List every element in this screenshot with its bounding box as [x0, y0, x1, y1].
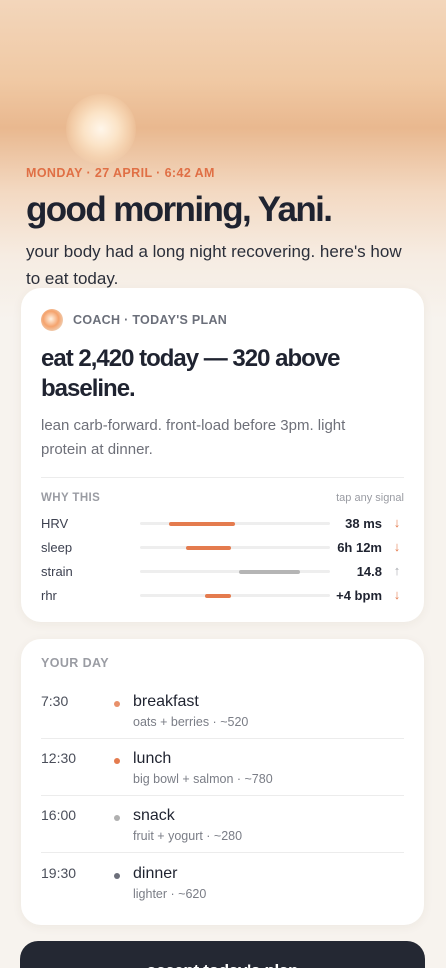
- intro-text: your body had a long night recovering. h…: [26, 242, 402, 288]
- tap-signal-hint: tap any signal: [336, 492, 404, 504]
- why-this-header: WHY THIS tap any signal: [41, 492, 404, 504]
- meal-item-breakfast[interactable]: 7:30 breakfast oats + berries · ~520: [41, 693, 404, 750]
- signal-bar: [185, 545, 232, 550]
- meal-time: 7:30: [41, 693, 69, 709]
- plan-card[interactable]: COACH · TODAY'S PLAN eat 2,420 today — 3…: [21, 288, 424, 622]
- meal-dot-icon: [114, 701, 120, 707]
- arrow-up-icon: ↑: [393, 563, 401, 578]
- signal-row-rhr[interactable]: rhr +4 bpm ↓: [41, 586, 404, 606]
- divider: [41, 795, 404, 796]
- divider: [41, 738, 404, 739]
- sun-graphic: [66, 94, 136, 164]
- greeting-title: good morning, Yani.: [26, 190, 333, 229]
- signal-value: 38 ms: [345, 516, 382, 531]
- arrow-down-icon: ↓: [393, 587, 401, 602]
- meal-detail: big bowl + salmon · ~780: [133, 772, 273, 786]
- meal-item-dinner[interactable]: 19:30 dinner lighter · ~620: [41, 865, 404, 922]
- your-day-title: YOUR DAY: [41, 656, 110, 670]
- signal-bar: [168, 521, 235, 526]
- signal-value: 14.8: [356, 564, 382, 579]
- meal-time: 16:00: [41, 807, 77, 823]
- meal-time: 12:30: [41, 750, 77, 766]
- meal-name: lunch: [133, 750, 172, 767]
- signal-name: strain: [41, 564, 73, 579]
- meal-item-snack[interactable]: 16:00 snack fruit + yogurt · ~280: [41, 807, 404, 864]
- divider: [41, 852, 404, 853]
- signal-name: rhr: [41, 588, 57, 603]
- signal-row-hrv[interactable]: HRV 38 ms ↓: [41, 514, 404, 534]
- signal-name: HRV: [41, 516, 69, 531]
- signal-name: sleep: [41, 540, 73, 555]
- meal-item-lunch[interactable]: 12:30 lunch big bowl + salmon · ~780: [41, 750, 404, 807]
- signal-track: [140, 569, 330, 574]
- signal-value: 6h 12m: [337, 540, 382, 555]
- arrow-down-icon: ↓: [393, 515, 401, 530]
- plan-headline: eat 2,420 today — 320 above baseline.: [41, 345, 341, 402]
- signal-bar: [204, 593, 232, 598]
- meal-time: 19:30: [41, 865, 77, 881]
- meal-dot-icon: [114, 758, 120, 764]
- signal-track: [140, 593, 330, 598]
- meal-dot-icon: [114, 873, 120, 879]
- signal-value: +4 bpm: [336, 588, 382, 603]
- coach-avatar-icon: [41, 309, 63, 331]
- coach-header: COACH · TODAY'S PLAN: [41, 309, 227, 331]
- meal-name: dinner: [133, 865, 178, 882]
- meal-detail: lighter · ~620: [133, 887, 207, 901]
- signal-bar: [238, 569, 300, 574]
- why-this-label: WHY THIS: [41, 492, 101, 504]
- your-day-card: YOUR DAY 7:30 breakfast oats + berries ·…: [21, 639, 424, 925]
- signal-track: [140, 545, 330, 550]
- accept-plan-button[interactable]: accept today's plan: [20, 941, 425, 968]
- signal-row-sleep[interactable]: sleep 6h 12m ↓: [41, 538, 404, 558]
- meal-dot-icon: [114, 815, 120, 821]
- date-label: MONDAY · 27 APRIL · 6:42 AM: [26, 166, 215, 180]
- meal-detail: fruit + yogurt · ~280: [133, 829, 243, 843]
- signal-row-strain[interactable]: strain 14.8 ↑: [41, 562, 404, 582]
- plan-description: lean carb-forward. front-load before 3pm…: [41, 417, 346, 458]
- arrow-down-icon: ↓: [393, 539, 401, 554]
- meal-detail: oats + berries · ~520: [133, 715, 249, 729]
- coach-label: COACH · TODAY'S PLAN: [73, 313, 228, 327]
- meal-name: breakfast: [133, 693, 199, 710]
- divider: [41, 477, 404, 478]
- meal-name: snack: [133, 807, 175, 824]
- signal-track: [140, 521, 330, 526]
